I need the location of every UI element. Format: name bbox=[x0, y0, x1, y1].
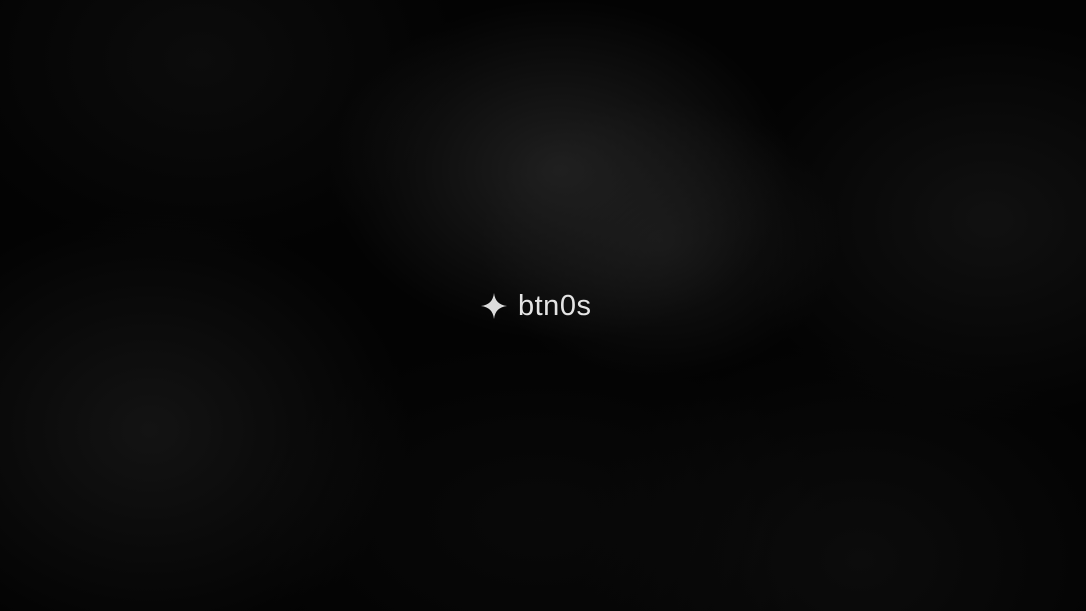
page-background: btn0s bbox=[0, 0, 1086, 611]
sparkle-icon bbox=[481, 293, 507, 319]
brand-name: btn0s bbox=[518, 289, 592, 322]
brand-logo: btn0s bbox=[480, 285, 591, 327]
